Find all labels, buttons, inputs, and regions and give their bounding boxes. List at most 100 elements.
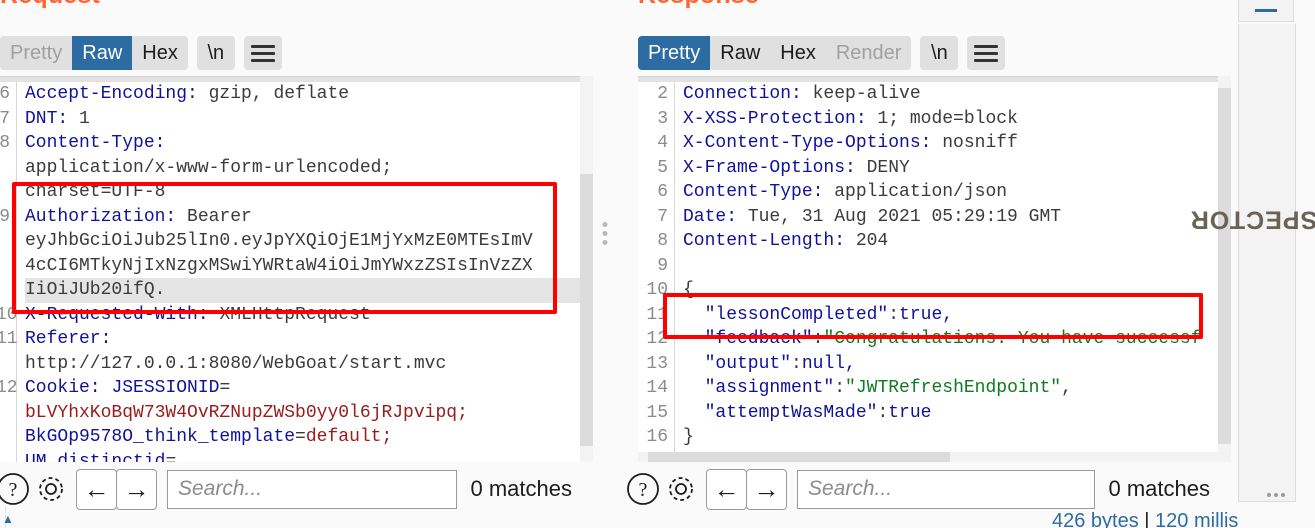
svg-text:?: ?: [639, 479, 648, 501]
code-line[interactable]: 4cCI6MTkyNjIxNzgxMSwiYWRtaW4iOiJmYWxzZSI…: [25, 254, 580, 279]
gear-icon[interactable]: [32, 470, 70, 508]
code-line[interactable]: Content-Type:: [25, 131, 580, 156]
code-line[interactable]: eyJhbGciOiJub25lIn0.eyJpYXQiOjE1MjYxMzE0…: [25, 229, 580, 254]
code-line[interactable]: BkGOp9578O_think_template=default;: [25, 425, 580, 450]
code-token: default;: [305, 427, 393, 447]
response-hscroll-thumb[interactable]: [648, 452, 950, 462]
search-next-button[interactable]: →: [746, 468, 787, 510]
code-line[interactable]: X-Frame-Options: DENY: [683, 156, 1218, 181]
response-tabbar: Pretty Raw Hex Render \n: [612, 34, 1232, 72]
code-line[interactable]: UM_distinctid=: [25, 450, 580, 463]
response-search-input[interactable]: Search...: [797, 469, 1095, 509]
response-title: Response: [638, 0, 759, 10]
request-menu-button[interactable]: [243, 36, 282, 70]
code-token: }: [683, 427, 694, 447]
minus-icon: [1255, 9, 1277, 12]
code-line[interactable]: IiOiJUb20ifQ.: [25, 278, 580, 303]
request-vertical-scrollbar[interactable]: [580, 76, 593, 462]
response-tab-render[interactable]: Render: [825, 36, 912, 70]
code-token: Bearer: [176, 206, 252, 227]
line-number: 12: [0, 378, 18, 398]
code-line[interactable]: }: [683, 425, 1218, 450]
code-token: 4cCI6MTkyNjIxNzgxMSwiYWRtaW4iOiJmYWxzZSI…: [25, 255, 533, 276]
code-line[interactable]: Connection: keep-alive: [683, 82, 1218, 107]
line-number: 5: [657, 157, 668, 178]
response-menu-button[interactable]: [967, 36, 1006, 70]
code-line[interactable]: "assignment":"JWTRefreshEndpoint",: [683, 376, 1218, 401]
code-token: Cookie:: [25, 378, 101, 398]
code-line[interactable]: X-Requested-With: XMLHttpRequest: [25, 303, 580, 328]
code-line[interactable]: application/x-www-form-urlencoded;: [25, 156, 580, 181]
request-tab-raw[interactable]: Raw: [72, 36, 133, 70]
code-token: =: [295, 427, 306, 447]
line-number: 16: [646, 427, 668, 447]
line-number: 6: [0, 84, 10, 104]
code-token: Content-Type:: [25, 133, 166, 153]
inspector-collapse-button[interactable]: [1238, 0, 1294, 22]
inspector-card[interactable]: INSPECTOR: [1190, 24, 1315, 502]
code-line[interactable]: Content-Length: 204: [683, 229, 1218, 254]
gear-icon[interactable]: [662, 470, 700, 508]
code-line[interactable]: [683, 254, 1218, 279]
request-code[interactable]: Accept-Encoding: gzip, deflate DNT: 1 Cont…: [17, 82, 580, 462]
code-line[interactable]: "lessonCompleted":true,: [683, 303, 1218, 328]
code-token: null,: [801, 353, 856, 374]
search-prev-button[interactable]: ←: [706, 468, 747, 510]
line-number: 9: [0, 206, 10, 227]
request-search-input[interactable]: Search...: [167, 469, 457, 509]
response-panel: Response Pretty Raw Hex Render \n 2 3 4 5 6 7…: [612, 0, 1232, 528]
code-token: bLVYhxKoBqW73W4OvRZNupZWSb0yy0l6jRJpvipq…: [25, 402, 468, 423]
request-newline-toggle[interactable]: \n: [196, 36, 235, 70]
response-editor[interactable]: 2 3 4 5 6 7 8 9 10 11 12 13 14 15 16 Connection: keep-…: [638, 76, 1218, 462]
request-line-numbers: 6 7 8 9 10 11 12: [0, 82, 18, 462]
code-token: charset=UTF-8: [25, 182, 166, 202]
status-separator: |: [1138, 510, 1156, 528]
code-token: eyJhbGciOiJub25lIn0.eyJpYXQiOjE1MjYxMzE0…: [25, 231, 533, 251]
response-code[interactable]: Connection: keep-alive X-XSS-Protection: …: [675, 82, 1218, 462]
question-mark-icon[interactable]: ?: [0, 470, 32, 508]
line-number: 12: [646, 329, 668, 349]
code-token: UM_distinctid: [25, 451, 166, 463]
code-token: X-Frame-Options:: [683, 157, 856, 178]
line-number: 11: [0, 329, 18, 349]
search-next-button[interactable]: →: [116, 468, 157, 510]
code-token: application/x-www-form-urlencoded;: [25, 157, 393, 178]
response-vertical-scrollbar[interactable]: [1218, 76, 1231, 462]
code-line[interactable]: Content-Type: application/json: [683, 180, 1218, 205]
grip-dots-icon: [1267, 493, 1285, 497]
code-line[interactable]: Authorization: Bearer: [25, 205, 580, 230]
code-line[interactable]: "feedback":"Congratulations. You have su…: [683, 327, 1218, 352]
response-tab-hex[interactable]: Hex: [770, 36, 826, 70]
code-line[interactable]: charset=UTF-8: [25, 180, 580, 205]
code-line[interactable]: DNT: 1: [25, 107, 580, 132]
question-mark-icon[interactable]: ?: [624, 470, 662, 508]
code-line[interactable]: http://127.0.0.1:8080/WebGoat/start.mvc: [25, 352, 580, 377]
code-token: :: [791, 353, 802, 374]
response-horizontal-scrollbar[interactable]: [638, 452, 1218, 462]
response-newline-toggle[interactable]: \n: [920, 36, 959, 70]
response-tab-pretty[interactable]: Pretty: [638, 36, 711, 70]
code-line[interactable]: Cookie: JSESSIONID=: [25, 376, 580, 401]
request-scroll-thumb[interactable]: [580, 174, 593, 446]
line-number: [0, 278, 10, 303]
code-line[interactable]: "output":null,: [683, 352, 1218, 377]
request-editor[interactable]: 6 7 8 9 10 11 12 Accept-Encoding: gzip, def…: [0, 76, 580, 462]
code-line[interactable]: Referer:: [25, 327, 580, 352]
request-tab-pretty[interactable]: Pretty: [0, 36, 73, 70]
response-scroll-thumb[interactable]: [1218, 88, 1231, 444]
code-line[interactable]: {: [683, 278, 1218, 303]
code-line[interactable]: "attemptWasMade":true: [683, 401, 1218, 426]
code-token: X-Content-Type-Options:: [683, 133, 932, 153]
panel-splitter[interactable]: [598, 0, 612, 528]
code-line[interactable]: Accept-Encoding: gzip, deflate: [25, 82, 580, 107]
code-line[interactable]: X-XSS-Protection: 1; mode=block: [683, 107, 1218, 132]
code-line[interactable]: bLVYhxKoBqW73W4OvRZNupZWSb0yy0l6jRJpvipq…: [25, 401, 580, 426]
response-tab-raw[interactable]: Raw: [710, 36, 771, 70]
search-prev-button[interactable]: ←: [76, 468, 117, 510]
request-panel: Request Pretty Raw Hex \n 6 7 8 9 10 11 12 …: [0, 0, 598, 528]
request-tab-hex[interactable]: Hex: [132, 36, 188, 70]
code-line[interactable]: X-Content-Type-Options: nosniff: [683, 131, 1218, 156]
inspector-rail[interactable]: INSPECTOR: [1190, 0, 1315, 528]
line-number: 13: [646, 353, 668, 374]
code-line[interactable]: Date: Tue, 31 Aug 2021 05:29:19 GMT: [683, 205, 1218, 230]
